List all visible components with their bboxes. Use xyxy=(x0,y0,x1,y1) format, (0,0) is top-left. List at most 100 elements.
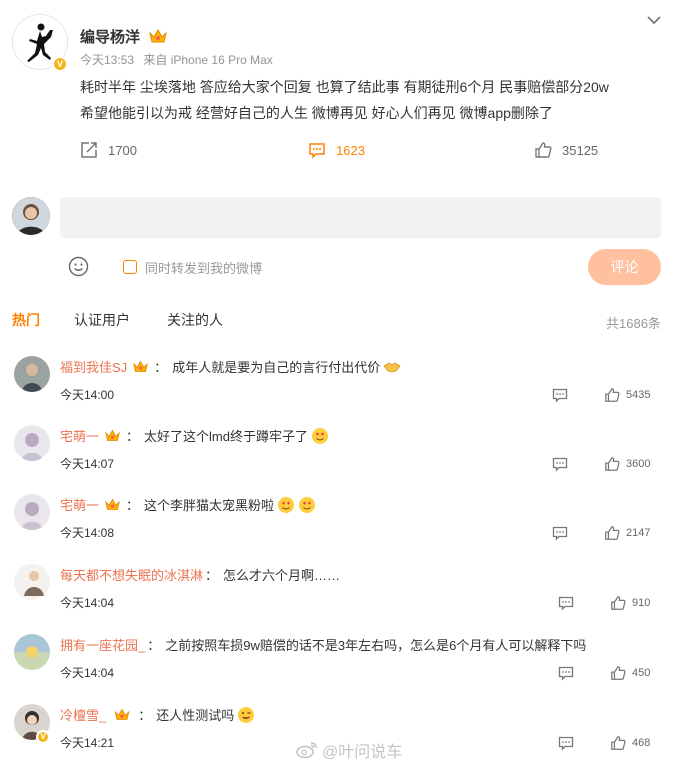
comment-header: 拥有一座花园_ ： 之前按照车损9w赔偿的话不是3年左右吗，怎么是6个月有人可以… xyxy=(60,635,586,654)
comment-time: 今天14:00 xyxy=(60,388,115,402)
tab-following[interactable]: 关注的人 xyxy=(167,310,223,330)
comment-like-button[interactable]: 450 xyxy=(610,664,650,682)
commenter-avatar[interactable] xyxy=(14,425,50,461)
comment-text: 这个李胖猫太宠黑粉啦 xyxy=(144,498,275,513)
v-badge-icon: V xyxy=(36,730,50,744)
comment-item: 福到我佳SJ ： 成年人就是要为自己的言行付出代价 今天14:00 5435 xyxy=(0,356,680,426)
repost-checkbox[interactable] xyxy=(123,260,137,274)
thumbs-up-icon xyxy=(605,526,620,540)
commenter-avatar[interactable] xyxy=(14,634,50,670)
my-avatar[interactable] xyxy=(12,197,50,235)
post-time[interactable]: 今天13:53 xyxy=(80,53,134,67)
comment-like-count: 910 xyxy=(632,597,651,609)
reply-icon[interactable] xyxy=(552,456,568,472)
comment-like-button[interactable]: 468 xyxy=(610,734,650,752)
comment-like-button[interactable]: 2147 xyxy=(604,524,650,542)
comment-separator: ： xyxy=(126,498,140,513)
comment-time: 今天14:07 xyxy=(60,457,115,471)
comment-button[interactable]: 1623 xyxy=(308,140,365,160)
comment-item: 每天都不想失眠的冰淇淋 ： 怎么才六个月啊…… 今天14:04 910 xyxy=(0,564,680,634)
comment-separator: ： xyxy=(154,360,168,375)
crown-icon xyxy=(105,429,120,441)
watermark-text: @叶问说车 xyxy=(322,744,403,761)
crown-icon xyxy=(105,498,120,510)
post-text: 耗时半年 尘埃落地 答应给大家个回复 也算了结此事 有期徒刑6个月 民事赔偿部分… xyxy=(80,74,660,126)
post-actions: 1700 1623 35125 xyxy=(0,140,680,160)
comment-separator: ： xyxy=(138,708,152,723)
commenter-name[interactable]: 宅萌一 xyxy=(60,495,99,514)
post-source: 来自 iPhone 16 Pro Max xyxy=(143,53,273,67)
comment-icon xyxy=(309,143,325,159)
comment-item: 宅萌一 ： 这个李胖猫太宠黑粉啦 今天14:08 2147 xyxy=(0,494,680,564)
tab-verified[interactable]: 认证用户 xyxy=(74,310,130,330)
thumbs-up-icon xyxy=(611,596,626,610)
comment-like-count: 3600 xyxy=(626,458,651,470)
commenter-name[interactable]: 拥有一座花园_ xyxy=(60,635,145,654)
commenter-name[interactable]: 福到我佳SJ xyxy=(60,357,127,376)
reply-icon[interactable] xyxy=(558,735,574,751)
comment-like-button[interactable]: 3600 xyxy=(604,455,650,473)
comment-header: 宅萌一 ： 太好了这个lmd终于蹲牢子了 xyxy=(60,426,329,445)
reply-icon[interactable] xyxy=(552,525,568,541)
repost-count: 1700 xyxy=(108,142,137,158)
commenter-avatar[interactable] xyxy=(14,564,50,600)
comment-text: 之前按照车损9w赔偿的话不是3年左右吗，怎么是6个月有人可以解释下吗 xyxy=(165,638,587,653)
comment-like-button[interactable]: 5435 xyxy=(604,386,650,404)
heart-eyes-emoji-icon xyxy=(299,496,316,513)
submit-comment-button[interactable]: 评论 xyxy=(588,249,661,285)
post-meta: 今天13:53 来自 iPhone 16 Pro Max xyxy=(80,51,279,68)
commenter-name[interactable]: 每天都不想失眠的冰淇淋 xyxy=(60,565,203,584)
watermark: @叶问说车 xyxy=(296,740,403,761)
comment-time: 今天14:08 xyxy=(60,526,115,540)
comment-item: 宅萌一 ： 太好了这个lmd终于蹲牢子了 今天14:07 3600 xyxy=(0,425,680,495)
comment-like-count: 2147 xyxy=(626,527,651,539)
comment-header: 冷檀雪_ ： 还人性测试吗 xyxy=(60,705,255,724)
reply-icon[interactable] xyxy=(552,387,568,403)
post-text-line: 希望他能引以为戒 经营好自己的人生 微博再见 好心人们再见 微博app删除了 xyxy=(80,105,553,121)
commenter-avatar[interactable] xyxy=(14,494,50,530)
post-text-line: 耗时半年 尘埃落地 答应给大家个回复 也算了结此事 有期徒刑6个月 民事赔偿部分… xyxy=(80,79,609,95)
comment-time: 今天14:04 xyxy=(60,596,115,610)
comment-separator: ： xyxy=(205,568,219,583)
comment-separator: ： xyxy=(126,429,140,444)
crown-icon xyxy=(149,28,167,43)
comment-count: 1623 xyxy=(336,142,365,158)
weibo-logo-icon xyxy=(296,742,317,759)
comment-header: 宅萌一 ： 这个李胖猫太宠黑粉啦 xyxy=(60,495,316,514)
comment-header: 每天都不想失眠的冰淇淋 ： 怎么才六个月啊…… xyxy=(60,565,340,584)
weibo-post: V 编导杨洋 今天13:53 来自 iPhone 16 Pro Max 耗时半年… xyxy=(0,0,680,180)
reply-icon[interactable] xyxy=(558,665,574,681)
comment-like-count: 450 xyxy=(632,667,651,679)
commenter-avatar[interactable] xyxy=(14,356,50,392)
repost-button[interactable]: 1700 xyxy=(80,140,137,160)
chevron-down-icon[interactable] xyxy=(646,12,662,28)
emoji-icon[interactable] xyxy=(68,256,89,277)
comment-total: 共1686条 xyxy=(606,316,661,331)
thumbs-up-icon xyxy=(611,736,626,750)
heart-eyes-emoji-icon xyxy=(311,427,328,444)
thumbs-up-icon xyxy=(605,388,620,402)
thumbs-up-icon xyxy=(611,666,626,680)
crown-icon xyxy=(133,360,149,372)
comment-header: 福到我佳SJ ： 成年人就是要为自己的言行付出代价 xyxy=(60,357,401,376)
repost-checkbox-label[interactable]: 同时转发到我的微博 xyxy=(145,258,262,277)
commenter-name[interactable]: 宅萌一 xyxy=(60,426,99,445)
like-button[interactable]: 35125 xyxy=(534,140,598,160)
comment-text: 成年人就是要为自己的言行付出代价 xyxy=(172,360,381,375)
comment-like-button[interactable]: 910 xyxy=(610,594,650,612)
like-count: 35125 xyxy=(562,142,599,158)
repost-icon xyxy=(81,142,97,158)
reply-icon[interactable] xyxy=(558,595,574,611)
comment-tabs: 热门 认证用户 关注的人 xyxy=(0,310,680,332)
handshake-emoji-icon xyxy=(383,362,401,372)
comment-like-count: 468 xyxy=(632,737,651,749)
thumbs-up-icon xyxy=(605,457,620,471)
comment-input[interactable] xyxy=(60,197,661,238)
wink-tongue-emoji-icon xyxy=(238,706,255,723)
tab-hot[interactable]: 热门 xyxy=(12,310,40,330)
comment-like-count: 5435 xyxy=(626,389,651,401)
author-name[interactable]: 编导杨洋 xyxy=(80,26,140,47)
comment-text: 还人性测试吗 xyxy=(156,708,235,723)
commenter-name[interactable]: 冷檀雪_ xyxy=(60,705,106,724)
comment-text: 怎么才六个月啊…… xyxy=(223,568,341,583)
